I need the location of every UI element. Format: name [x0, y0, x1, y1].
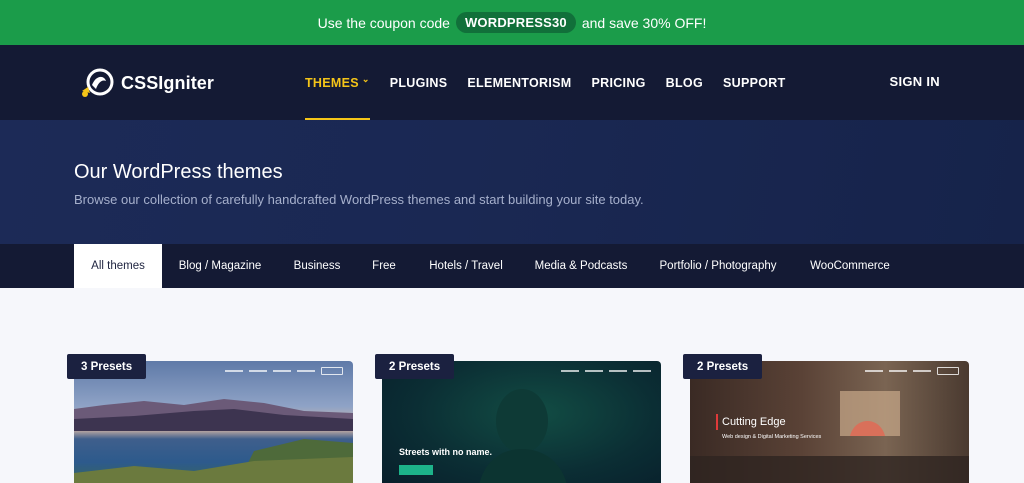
- logo-icon: [78, 67, 116, 99]
- presets-badge: 3 Presets: [67, 354, 147, 379]
- promo-text-before: Use the coupon code: [317, 14, 450, 31]
- tab-media-podcasts[interactable]: Media & Podcasts: [526, 244, 636, 288]
- logo-text: CSSIgniter: [121, 72, 215, 93]
- accent-bar: [716, 414, 718, 430]
- coupon-code-badge: WORDPRESS30: [455, 12, 576, 33]
- tab-portfolio-photography[interactable]: Portfolio / Photography: [649, 244, 787, 288]
- theme-preview-image: [74, 361, 353, 483]
- preview-subline: Web design & Digital Marketing Services: [722, 434, 822, 440]
- tab-woocommerce[interactable]: WooCommerce: [800, 244, 900, 288]
- site-header: CSSIgniter THEMES ⌄ PLUGINS ELEMENTORISM…: [0, 45, 1024, 120]
- sign-in-link[interactable]: SIGN IN: [890, 74, 941, 89]
- nav-item-label: BLOG: [665, 75, 703, 90]
- theme-card[interactable]: [74, 361, 353, 483]
- promo-text-after: and save 30% OFF!: [581, 14, 707, 31]
- preview-button: [399, 465, 433, 475]
- page-title: Our WordPress themes: [74, 161, 283, 183]
- promo-bar: Use the coupon code WORDPRESS30 and save…: [0, 0, 1024, 45]
- chevron-down-icon: ⌄: [361, 74, 370, 84]
- nav-item-label: ELEMENTORISM: [467, 75, 572, 90]
- tab-all-themes[interactable]: All themes: [74, 244, 162, 288]
- hero-section: Our WordPress themes Browse our collecti…: [0, 120, 1024, 244]
- page-subtitle: Browse our collection of carefully handc…: [74, 192, 644, 207]
- preview-headline: Streets with no name.: [399, 447, 493, 457]
- tab-hotels-travel[interactable]: Hotels / Travel: [418, 244, 514, 288]
- nav-item-elementorism[interactable]: ELEMENTORISM: [467, 45, 571, 120]
- theme-card[interactable]: Streets with no name.: [382, 361, 661, 483]
- nav-item-pricing[interactable]: PRICING: [591, 45, 645, 120]
- nav-item-label: SUPPORT: [722, 75, 786, 90]
- theme-card[interactable]: Cutting Edge Web design & Digital Market…: [690, 361, 969, 483]
- tab-free[interactable]: Free: [362, 244, 406, 288]
- presets-badge: 2 Presets: [375, 354, 455, 379]
- main-nav: THEMES ⌄ PLUGINS ELEMENTORISM PRICING BL…: [305, 45, 806, 120]
- nav-item-plugins[interactable]: PLUGINS: [390, 45, 448, 120]
- nav-item-label: THEMES: [305, 75, 359, 90]
- nav-item-blog[interactable]: BLOG: [666, 45, 703, 120]
- theme-preview-image: Cutting Edge Web design & Digital Market…: [690, 361, 969, 483]
- preview-headline: Cutting Edge: [722, 416, 786, 428]
- category-tabs: All themes Blog / Magazine Business Free…: [0, 244, 1024, 288]
- nav-item-label: PLUGINS: [389, 75, 448, 90]
- nav-item-themes[interactable]: THEMES ⌄: [305, 45, 370, 120]
- nav-item-label: PRICING: [591, 75, 646, 90]
- tab-blog-magazine[interactable]: Blog / Magazine: [166, 244, 274, 288]
- nav-item-support[interactable]: SUPPORT: [723, 45, 786, 120]
- theme-preview-image: Streets with no name.: [382, 361, 661, 483]
- tab-business[interactable]: Business: [283, 244, 351, 288]
- presets-badge: 2 Presets: [683, 354, 763, 379]
- site-logo[interactable]: CSSIgniter: [78, 67, 214, 99]
